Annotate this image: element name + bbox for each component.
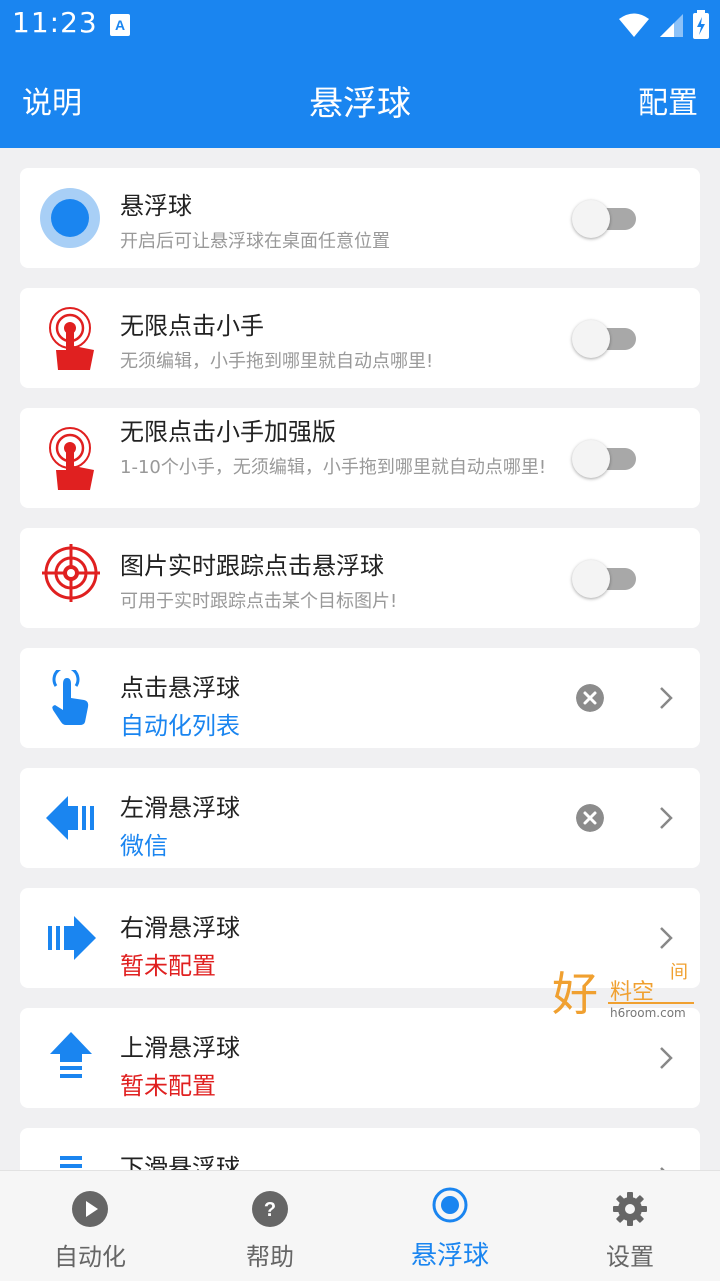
status-time: 11:23 [12,6,98,39]
card-title: 悬浮球 [120,192,192,220]
image-tracking-card: 图片实时跟踪点击悬浮球 可用于实时跟踪点击某个目标图片! [20,528,700,628]
status-bar: 11:23 A [0,0,720,50]
image-tracking-switch[interactable] [572,560,636,598]
gesture-title: 点击悬浮球 [120,674,240,702]
gear-icon [613,1192,647,1226]
floating-ball-card: 悬浮球 开启后可让悬浮球在桌面任意位置 [20,168,700,268]
chevron-right-icon [660,807,673,829]
card-description: 开启后可让悬浮球在桌面任意位置 [120,231,390,252]
arrow-down-icon [60,1156,82,1168]
tap-gesture-card[interactable]: 点击悬浮球 自动化列表 [20,648,700,748]
watermark-main: 好 [552,967,598,1021]
arrow-left-icon [46,796,94,840]
clear-icon[interactable] [576,684,604,712]
page-title: 悬浮球 [309,84,411,124]
nav-help[interactable]: ? 帮助 [180,1171,360,1281]
card-description: 无须编辑，小手拖到哪里就自动点哪里! [120,351,434,372]
card-title: 图片实时跟踪点击悬浮球 [120,552,384,580]
gesture-title: 左滑悬浮球 [120,794,240,822]
card-description: 1-10个小手，无须编辑，小手拖到哪里就自动点哪里! [120,457,547,478]
chevron-right-icon [660,687,673,709]
watermark-corner: 间 [670,962,688,983]
gesture-value: 微信 [120,832,168,860]
swipe-down-card[interactable]: 下滑悬浮球 [20,1128,700,1170]
nav-label: 悬浮球 [410,1241,489,1271]
gesture-value: 暂未配置 [120,1072,216,1100]
clear-icon[interactable] [576,804,604,832]
card-description: 可用于实时跟踪点击某个目标图片! [120,591,398,612]
nav-label: 帮助 [246,1243,294,1271]
gesture-value: 自动化列表 [120,712,240,740]
svg-text:A: A [115,17,125,33]
watermark-url: h6room.com [610,1006,686,1020]
wifi-icon [619,13,649,37]
nav-label: 自动化 [54,1243,126,1271]
swipe-left-card[interactable]: 左滑悬浮球 微信 [20,768,700,868]
bottom-navigation: 自动化 ? 帮助 悬浮球 设置 [0,1170,720,1281]
infinite-tap-hand-plus-switch[interactable] [572,440,636,478]
gesture-value: 暂未配置 [120,952,216,980]
infinite-tap-hand-switch[interactable] [572,320,636,358]
arrow-right-icon [48,916,96,960]
tap-hand-plus-icon [49,427,94,490]
app-bar: 说明 悬浮球 配置 [0,50,720,148]
target-icon [42,544,100,602]
infinite-tap-hand-plus-card: 无限点击小手加强版 1-10个小手，无须编辑，小手拖到哪里就自动点哪里! [20,408,700,508]
floating-ball-icon [40,188,100,248]
nav-floating-ball[interactable]: 悬浮球 [360,1171,540,1281]
chevron-right-icon [660,927,673,949]
nav-automation[interactable]: 自动化 [0,1171,180,1281]
infinite-tap-hand-card: 无限点击小手 无须编辑，小手拖到哪里就自动点哪里! [20,288,700,388]
tap-hand-icon [49,307,94,370]
gesture-title: 上滑悬浮球 [120,1034,240,1062]
gesture-title: 右滑悬浮球 [120,914,240,942]
nav-settings[interactable]: 设置 [540,1171,720,1281]
floating-ball-switch[interactable] [572,200,636,238]
arrow-up-icon [50,1032,92,1078]
signal-icon [660,14,683,37]
floating-ball-nav-icon [432,1187,468,1223]
accessibility-notification-icon: A [110,14,130,36]
svg-text:?: ? [264,1199,276,1221]
battery-icon [693,10,709,39]
card-title: 无限点击小手加强版 [120,418,336,446]
play-circle-icon [72,1191,108,1227]
watermark: 好 料空 间 h6room.com [548,958,698,1024]
chevron-right-icon [660,1047,673,1069]
config-button[interactable]: 配置 [638,78,698,122]
help-circle-icon: ? [252,1191,288,1227]
pointer-hand-icon [52,670,89,725]
nav-label: 设置 [606,1243,654,1271]
gesture-title: 下滑悬浮球 [120,1154,240,1170]
card-title: 无限点击小手 [120,312,264,340]
